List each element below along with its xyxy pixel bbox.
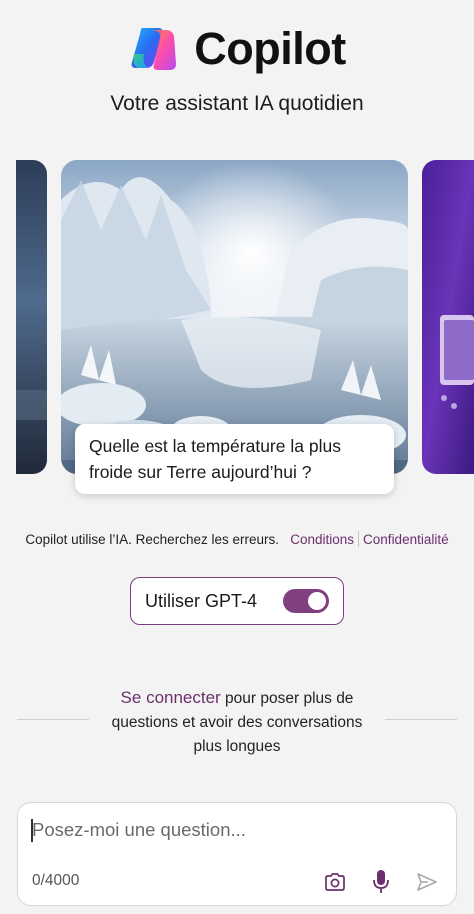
link-divider — [358, 531, 360, 547]
copilot-logo-icon — [131, 28, 177, 70]
question-input[interactable] — [32, 819, 432, 841]
page-subtitle: Votre assistant IA quotidien — [110, 92, 364, 115]
chat-composer: 0/4000 — [17, 802, 457, 906]
camera-icon[interactable] — [320, 867, 350, 897]
microphone-icon[interactable] — [366, 867, 396, 897]
disclaimer-text: Copilot utilise l’IA. Recherchez les err… — [25, 532, 279, 547]
header: Copilot Votre assistant IA quotidien — [0, 22, 474, 116]
gpt4-toggle-switch[interactable] — [283, 589, 329, 613]
logo-row: Copilot — [0, 22, 474, 76]
privacy-link[interactable]: Confidentialité — [363, 532, 449, 547]
app-title: Copilot — [194, 23, 346, 74]
toggle-knob — [308, 592, 326, 610]
suggestion-prompt-card[interactable]: Quelle est la température la plus froide… — [75, 424, 394, 494]
character-counter: 0/4000 — [32, 872, 80, 889]
divider-left — [17, 719, 89, 720]
carousel-card-next[interactable] — [422, 160, 474, 474]
divider-right — [385, 719, 457, 720]
signin-prompt: Se connecter pour poser plus de question… — [96, 686, 378, 759]
gpt4-toggle-card[interactable]: Utiliser GPT-4 — [130, 577, 344, 625]
gpt4-toggle-label: Utiliser GPT-4 — [145, 590, 258, 611]
carousel-card-previous[interactable] — [16, 160, 47, 474]
send-icon[interactable] — [412, 867, 442, 897]
signin-link[interactable]: Se connecter — [121, 688, 221, 707]
disclaimer: Copilot utilise l’IA. Recherchez les err… — [0, 531, 474, 547]
terms-link[interactable]: Conditions — [290, 532, 354, 547]
